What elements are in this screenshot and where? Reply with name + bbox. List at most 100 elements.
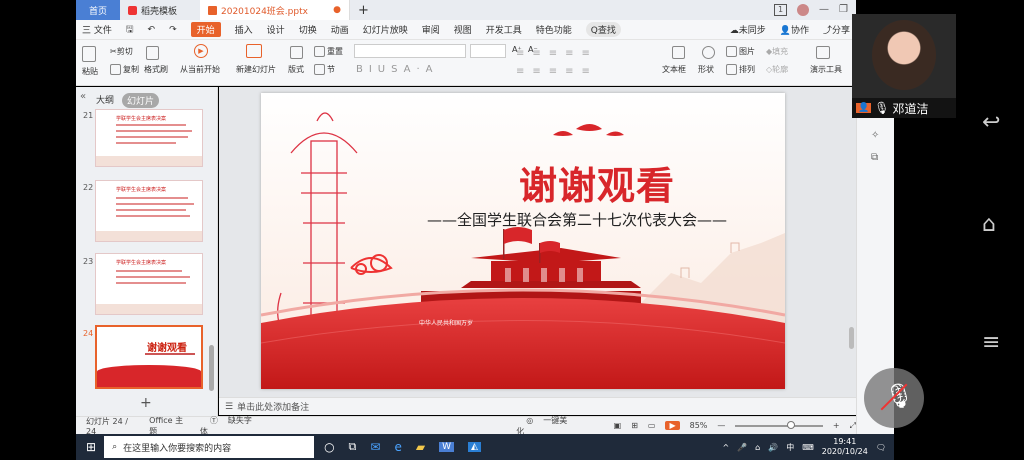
reset-icon <box>314 46 325 57</box>
copy-icon[interactable]: ⧉ <box>871 152 878 163</box>
slide-thumbnail-selected[interactable]: 谢谢观看 <box>95 325 203 389</box>
app-icon[interactable]: ◭ <box>468 442 481 452</box>
picture-icon <box>726 46 737 57</box>
collapse-panel-icon[interactable]: « <box>80 91 86 102</box>
slide-thumbnail[interactable]: 学联学生会主席表决案 <box>95 109 203 167</box>
restore-icon[interactable]: ❐ <box>839 4 848 16</box>
paragraph-buttons[interactable]: ≡≡≡≡≡ <box>516 48 598 59</box>
minimize-icon[interactable]: — <box>819 4 829 16</box>
new-slide-icon <box>246 44 262 58</box>
tab-home[interactable]: 首页 <box>76 0 120 20</box>
mute-mic-button[interactable]: 🎙 <box>864 368 924 428</box>
cut-button[interactable]: ✂剪切 <box>110 46 133 57</box>
font-style-buttons[interactable]: BIUSA·A <box>356 64 439 75</box>
format-brush-button[interactable] <box>146 46 161 60</box>
menu-file[interactable]: 三 文件 <box>82 23 112 36</box>
cortana-icon[interactable]: ○ <box>324 440 334 454</box>
shape-button[interactable] <box>702 46 717 59</box>
font-name-box[interactable] <box>354 44 466 58</box>
new-tab-button[interactable]: + <box>350 0 377 20</box>
volume-icon[interactable]: 🔊 <box>768 443 778 452</box>
menu-developer[interactable]: 开发工具 <box>486 23 522 36</box>
menu-transition[interactable]: 切换 <box>299 23 317 36</box>
quick-save-icon[interactable]: 🖫 <box>126 22 134 38</box>
windows-start-icon[interactable]: ⊞ <box>86 440 96 454</box>
zoom-out-icon[interactable]: — <box>717 421 725 430</box>
align-buttons[interactable]: ≡≡≡≡≡ <box>516 66 598 77</box>
menu-insert[interactable]: 插入 <box>235 23 253 36</box>
zoom-in-icon[interactable]: + <box>833 421 840 430</box>
tab-template[interactable]: 稻壳模板 <box>120 0 200 20</box>
clock[interactable]: 19:41 2020/10/24 <box>822 437 868 457</box>
section-button[interactable]: 节 <box>314 64 335 75</box>
menu-animation[interactable]: 动画 <box>331 23 349 36</box>
fill-button[interactable]: ◆填充 <box>766 46 788 57</box>
outline-button[interactable]: ◇轮廓 <box>766 64 788 75</box>
taskbar-search[interactable]: ⌕ 在这里输入你要搜索的内容 <box>104 436 315 458</box>
participant-name: 邓道洁 <box>892 101 929 116</box>
paste-button[interactable] <box>82 46 98 62</box>
arrange-button[interactable]: 排列 <box>726 64 755 75</box>
menu-start[interactable]: 开始 <box>190 22 221 37</box>
add-slide-button[interactable]: + <box>140 395 152 411</box>
font-size-box[interactable] <box>470 44 506 58</box>
wps-icon[interactable]: W <box>439 442 454 452</box>
menu-icon[interactable]: ≡ <box>982 330 1000 355</box>
slide-thumbnail[interactable]: 学联学生会主席表决案 <box>95 180 203 242</box>
page-badge: 1 <box>773 4 788 16</box>
slide-canvas[interactable]: 谢谢观看 ——全国学生联合会第二十七次代表大会—— 中华人民共和国万岁 <box>261 93 785 389</box>
menu-bar: 三 文件 🖫 ↶ ↷ 开始 插入 设计 切换 动画 幻灯片放映 审阅 视图 开发… <box>76 20 856 40</box>
network-icon[interactable]: ⌂ <box>755 443 760 452</box>
menu-special[interactable]: 特色功能 <box>536 23 572 36</box>
editor-scrollbar[interactable] <box>849 327 854 349</box>
slideshow-button[interactable]: ▶ <box>665 421 680 430</box>
tab-document[interactable]: 20201024班会.pptx ● <box>200 0 350 20</box>
person-icon: 👤 <box>856 103 872 113</box>
find-button[interactable]: Q查找 <box>585 22 621 37</box>
notes-bar[interactable]: ☰ 单击此处添加备注 <box>219 397 856 415</box>
menu-review[interactable]: 审阅 <box>422 23 440 36</box>
pin-icon[interactable]: ✧ <box>871 130 879 141</box>
quick-undo-icon[interactable]: ↶ <box>148 25 156 35</box>
picture-button[interactable]: 图片 <box>726 46 755 57</box>
ime-indicator[interactable]: 中 <box>786 442 794 453</box>
new-slide-button[interactable] <box>246 44 264 58</box>
tray-mic-icon[interactable]: 🎤 <box>737 443 747 452</box>
back-icon[interactable]: ↩ <box>982 110 1000 135</box>
menu-design[interactable]: 设计 <box>267 23 285 36</box>
folder-icon[interactable]: ▰ <box>416 440 425 454</box>
copy-button[interactable]: 复制 <box>110 64 139 75</box>
avatar-icon[interactable] <box>797 4 810 16</box>
slide-thumbnail[interactable]: 学联学生会主席表决案 <box>95 253 203 315</box>
from-current-button[interactable]: ▶ <box>194 44 208 58</box>
view-normal-icon[interactable]: ▣ <box>614 421 622 430</box>
reset-button[interactable]: 重置 <box>314 46 343 57</box>
edge-icon[interactable]: e <box>394 440 401 454</box>
view-reading-icon[interactable]: ▭ <box>648 421 656 430</box>
tray-expand-icon[interactable]: ^ <box>722 443 729 452</box>
tab-slides[interactable]: 幻灯片 <box>122 93 160 108</box>
zoom-thumb[interactable] <box>787 420 796 429</box>
zoom-slider[interactable] <box>735 420 823 429</box>
home-icon[interactable]: ⌂ <box>982 212 996 237</box>
layout-button[interactable] <box>290 46 305 59</box>
keyboard-icon[interactable]: ⌨ <box>802 443 814 452</box>
quick-redo-icon[interactable]: ↷ <box>169 25 177 35</box>
notification-icon[interactable]: 🗨 <box>876 443 886 452</box>
menu-view[interactable]: 视图 <box>454 23 472 36</box>
mail-icon[interactable]: ✉ <box>370 440 380 454</box>
tab-outline[interactable]: 大纲 <box>96 93 114 108</box>
shape-icon <box>702 46 715 59</box>
textbox-button[interactable] <box>672 46 687 59</box>
presenter-tools-button[interactable] <box>816 46 832 59</box>
view-sorter-icon[interactable]: ⊞ <box>631 421 638 430</box>
collab-button[interactable]: 👤协作 <box>780 23 809 36</box>
participant-video[interactable]: 👤 🎙 邓道洁 <box>852 14 956 118</box>
zoom-level[interactable]: 85% <box>690 421 708 430</box>
menu-slideshow[interactable]: 幻灯片放映 <box>363 23 408 36</box>
task-view-icon[interactable]: ⧉ <box>349 440 357 454</box>
unsync-button[interactable]: ☁未同步 <box>730 23 766 36</box>
share-button[interactable]: ⤴分享 <box>823 23 850 36</box>
slide-subtitle: ——全国学生联合会第二十七次代表大会—— <box>427 211 728 229</box>
panel-scrollbar[interactable] <box>209 345 214 391</box>
